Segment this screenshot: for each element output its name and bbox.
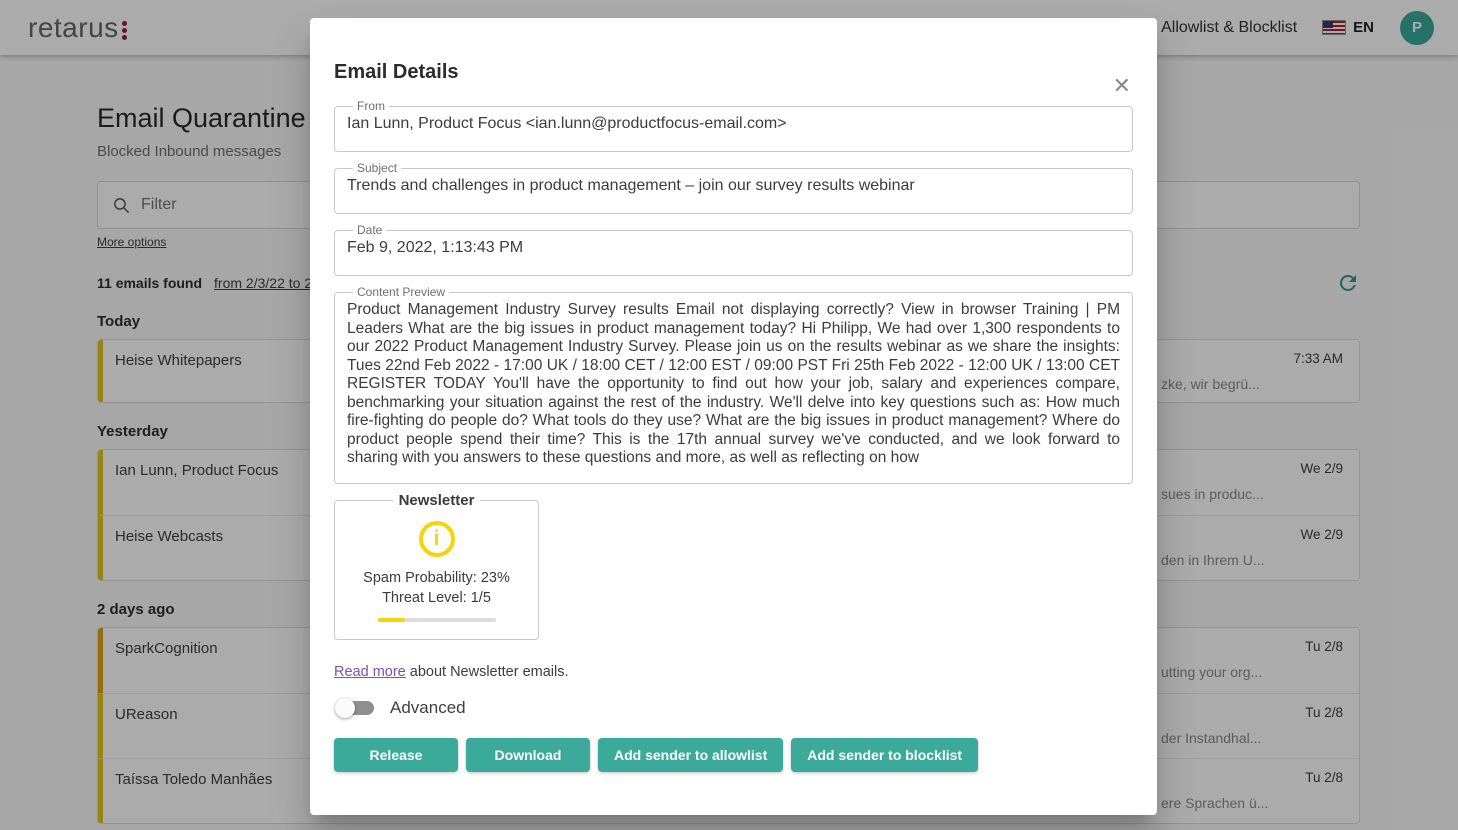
classification-box: Newsletter i Spam Probability: 23% Threa… <box>334 492 539 640</box>
subject-field: Subject Trends and challenges in product… <box>334 162 1133 214</box>
subject-value: Trends and challenges in product managem… <box>347 177 1120 195</box>
read-more-line: Read more about Newsletter emails. <box>334 664 1133 680</box>
read-more-rest: about Newsletter emails. <box>406 664 569 680</box>
screen: retarus Allowlist & Blocklist EN P Email… <box>0 0 1458 830</box>
date-value: Feb 9, 2022, 1:13:43 PM <box>347 239 1120 257</box>
modal-title: Email Details <box>334 60 1133 84</box>
advanced-label: Advanced <box>390 698 466 718</box>
content-preview-text: Product Management Industry Survey resul… <box>347 301 1120 468</box>
release-button[interactable]: Release <box>334 738 458 772</box>
from-label: From <box>353 100 389 112</box>
date-label: Date <box>353 224 386 236</box>
content-preview-label: Content Preview <box>353 286 449 298</box>
from-field: From Ian Lunn, Product Focus <ian.lunn@p… <box>334 100 1133 152</box>
close-icon[interactable]: ✕ <box>1113 76 1131 96</box>
email-details-modal: Email Details ✕ From Ian Lunn, Product F… <box>310 18 1157 815</box>
advanced-toggle[interactable] <box>338 701 374 715</box>
add-sender-to-allowlist-button[interactable]: Add sender to allowlist <box>598 738 783 772</box>
threat-progress-bar <box>378 618 496 622</box>
modal-actions: Release Download Add sender to allowlist… <box>334 738 1133 772</box>
download-button[interactable]: Download <box>466 738 590 772</box>
add-sender-to-blocklist-button[interactable]: Add sender to blocklist <box>791 738 978 772</box>
spam-probability: Spam Probability: 23% <box>335 570 538 586</box>
read-more-link[interactable]: Read more <box>334 664 406 680</box>
threat-level: Threat Level: 1/5 <box>335 590 538 606</box>
content-preview-field: Content Preview Product Management Indus… <box>334 286 1133 484</box>
toggle-thumb <box>335 698 355 718</box>
from-value: Ian Lunn, Product Focus <ian.lunn@produc… <box>347 115 1120 133</box>
info-icon: i <box>419 521 455 557</box>
date-field: Date Feb 9, 2022, 1:13:43 PM <box>334 224 1133 276</box>
classification-label: Newsletter <box>393 492 481 509</box>
advanced-toggle-row: Advanced <box>334 698 1133 718</box>
subject-label: Subject <box>353 162 401 174</box>
threat-progress-fill <box>378 618 405 622</box>
